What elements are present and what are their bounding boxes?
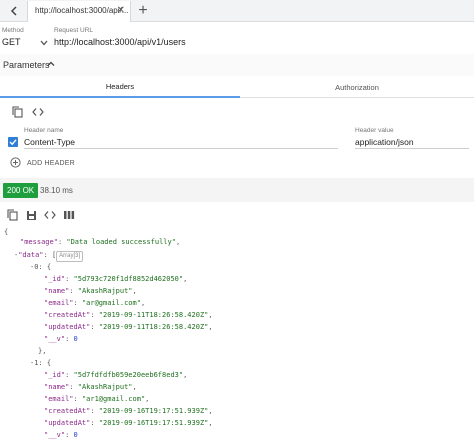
plus-icon[interactable]: + [134,1,152,21]
tab-headers[interactable]: Headers [0,76,240,98]
close-icon[interactable]: ✕ [117,6,125,16]
columns-icon[interactable] [62,208,76,222]
json-line-v: "__v": 0 [44,431,78,439]
json-item-1-header[interactable]: -1: { [30,357,51,369]
json-line-updatedAt: "updatedAt": "2019-09-16T19:17:51.939Z", [44,419,213,427]
status-badge: 200 OK [3,183,39,198]
json-line-data[interactable]: -"data": [Array[3] [14,249,84,262]
collapse-toggle[interactable]: -1: [30,359,43,367]
copy-icon[interactable] [5,208,19,222]
json-line-name: "name": "AkashRajput", [44,383,137,391]
method-label: Method [2,27,24,34]
add-header-button[interactable]: ADD HEADER [10,156,75,170]
json-line-message: "message": "Data loaded successfully", [20,238,181,246]
json-item-0-close: }, [38,347,47,355]
tab-authorization[interactable]: Authorization [240,76,474,98]
chevron-up-icon [47,60,55,70]
json-open-brace: { [4,228,9,236]
save-icon[interactable] [24,208,38,222]
request-tab[interactable]: http://localhost:3000/api/... ✕ [27,1,131,22]
parameters-label: Parameters [3,60,50,70]
json-key: "message" [20,238,58,246]
array-size-badge: Array[3] [56,251,84,262]
code-icon[interactable] [43,208,57,222]
chevron-down-icon[interactable] [40,38,48,48]
header-enabled-checkbox[interactable] [8,137,18,147]
response-toolbar [0,206,474,224]
json-line-id: "_id": "5d793c720f1df8852d462050", [44,275,188,283]
json-line-id: "_id": "5d7fdfdfb059e20eeb6f8ed3", [44,371,188,379]
header-name-underline [24,148,338,149]
copy-icon[interactable] [10,105,24,119]
url-input[interactable]: http://localhost:3000/api/v1/users [54,37,186,47]
tab-bar: http://localhost:3000/api/... ✕ + [0,0,474,22]
json-line-updatedAt: "updatedAt": "2019-09-11T18:26:58.420Z", [44,323,213,331]
method-select[interactable]: GET [2,37,21,47]
header-name-label: Header name [24,127,64,134]
json-line-name: "name": "AkashRajput", [44,287,137,295]
json-value: "Data loaded successfully" [66,238,176,246]
json-key: "data" [18,251,44,259]
editor-tabs: Headers Authorization [0,76,474,98]
header-name-input[interactable]: Content-Type [24,137,75,147]
parameters-toggle[interactable]: Parameters [0,54,474,76]
response-time: 38.10 ms [40,186,73,195]
json-line-email: "email": "ar@gmail.com", [44,299,146,307]
collapse-toggle[interactable]: -0: [30,263,43,271]
json-line-createdAt: "createdAt": "2019-09-16T19:17:51.939Z", [44,407,213,415]
add-header-label: ADD HEADER [27,159,75,167]
tab-title: http://localhost:3000/api/... [35,6,129,15]
json-item-0-header[interactable]: -0: { [30,261,51,273]
json-line-email: "email": "ar1@gmail.com", [44,395,150,403]
add-circle-icon [10,156,21,170]
header-value-label: Header value [355,127,394,134]
header-value-underline [355,148,469,149]
json-response-viewer: { "message": "Data loaded successfully",… [0,224,474,440]
header-value-input[interactable]: application/json [355,137,414,147]
back-arrow-icon[interactable] [6,3,22,19]
url-label: Request URL [54,27,94,34]
code-icon[interactable] [31,105,45,119]
headers-toolbar [0,100,474,124]
response-status-bar: 200 OK 38.10 ms [0,178,474,202]
json-line-createdAt: "createdAt": "2019-09-11T18:26:58.420Z", [44,311,213,319]
json-line-v: "__v": 0 [44,335,78,343]
